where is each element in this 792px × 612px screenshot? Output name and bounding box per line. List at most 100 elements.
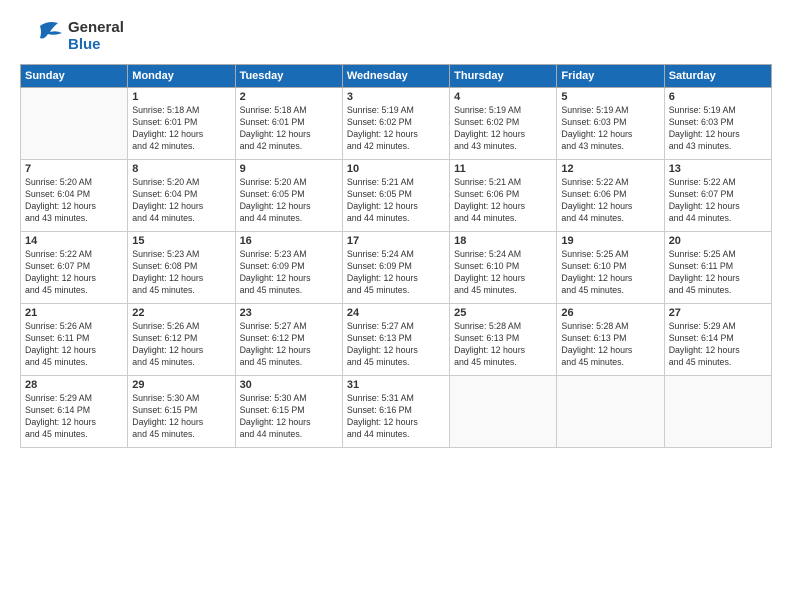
calendar-cell: 30 Sunrise: 5:30 AM Sunset: 6:15 PM Dayli… xyxy=(235,376,342,448)
calendar-cell: 17 Sunrise: 5:24 AM Sunset: 6:09 PM Dayli… xyxy=(342,232,449,304)
day-info: Sunrise: 5:31 AM Sunset: 6:16 PM Dayligh… xyxy=(347,393,445,441)
day-number: 28 xyxy=(25,379,123,391)
calendar-cell xyxy=(450,376,557,448)
calendar-cell: 26 Sunrise: 5:28 AM Sunset: 6:13 PM Dayli… xyxy=(557,304,664,376)
calendar-cell: 12 Sunrise: 5:22 AM Sunset: 6:06 PM Dayli… xyxy=(557,160,664,232)
day-number: 19 xyxy=(561,235,659,247)
day-info: Sunrise: 5:22 AM Sunset: 6:06 PM Dayligh… xyxy=(561,177,659,225)
day-number: 13 xyxy=(669,163,767,175)
day-info: Sunrise: 5:20 AM Sunset: 6:05 PM Dayligh… xyxy=(240,177,338,225)
day-number: 24 xyxy=(347,307,445,319)
day-info: Sunrise: 5:19 AM Sunset: 6:03 PM Dayligh… xyxy=(561,105,659,153)
calendar-cell: 22Sunrise: 5:26 AM Sunset: 6:12 PM Dayli… xyxy=(128,304,235,376)
day-info: Sunrise: 5:30 AM Sunset: 6:15 PM Dayligh… xyxy=(132,393,230,441)
calendar-week-5: 28 Sunrise: 5:29 AM Sunset: 6:14 PM Dayli… xyxy=(21,376,772,448)
calendar-cell: 27Sunrise: 5:29 AM Sunset: 6:14 PM Dayli… xyxy=(664,304,771,376)
day-info: Sunrise: 5:26 AM Sunset: 6:12 PM Dayligh… xyxy=(132,321,230,369)
calendar-cell: 23 Sunrise: 5:27 AM Sunset: 6:12 PM Dayli… xyxy=(235,304,342,376)
calendar-cell: 10 Sunrise: 5:21 AM Sunset: 6:05 PM Dayli… xyxy=(342,160,449,232)
logo: GeneralBlue xyxy=(20,18,124,54)
calendar-cell xyxy=(21,88,128,160)
day-info: Sunrise: 5:28 AM Sunset: 6:13 PM Dayligh… xyxy=(454,321,552,369)
day-info: Sunrise: 5:21 AM Sunset: 6:06 PM Dayligh… xyxy=(454,177,552,225)
calendar-cell: 3Sunrise: 5:19 AM Sunset: 6:02 PM Daylig… xyxy=(342,88,449,160)
day-number: 5 xyxy=(561,91,659,103)
logo-icon xyxy=(20,18,62,54)
calendar-cell: 11 Sunrise: 5:21 AM Sunset: 6:06 PM Dayli… xyxy=(450,160,557,232)
day-number: 11 xyxy=(454,163,552,175)
calendar-cell: 16Sunrise: 5:23 AM Sunset: 6:09 PM Dayli… xyxy=(235,232,342,304)
day-info: Sunrise: 5:26 AM Sunset: 6:11 PM Dayligh… xyxy=(25,321,123,369)
day-info: Sunrise: 5:21 AM Sunset: 6:05 PM Dayligh… xyxy=(347,177,445,225)
calendar-week-3: 14 Sunrise: 5:22 AM Sunset: 6:07 PM Dayli… xyxy=(21,232,772,304)
calendar-cell: 29 Sunrise: 5:30 AM Sunset: 6:15 PM Dayli… xyxy=(128,376,235,448)
day-number: 9 xyxy=(240,163,338,175)
calendar-cell: 18Sunrise: 5:24 AM Sunset: 6:10 PM Dayli… xyxy=(450,232,557,304)
calendar-cell xyxy=(664,376,771,448)
day-number: 8 xyxy=(132,163,230,175)
day-number: 7 xyxy=(25,163,123,175)
calendar-cell: 8 Sunrise: 5:20 AM Sunset: 6:04 PM Daylig… xyxy=(128,160,235,232)
day-header-thursday: Thursday xyxy=(450,65,557,88)
day-number: 21 xyxy=(25,307,123,319)
day-number: 17 xyxy=(347,235,445,247)
calendar-cell: 25 Sunrise: 5:28 AM Sunset: 6:13 PM Dayli… xyxy=(450,304,557,376)
day-info: Sunrise: 5:23 AM Sunset: 6:09 PM Dayligh… xyxy=(240,249,338,297)
day-info: Sunrise: 5:19 AM Sunset: 6:02 PM Dayligh… xyxy=(454,105,552,153)
day-info: Sunrise: 5:18 AM Sunset: 6:01 PM Dayligh… xyxy=(132,105,230,153)
day-number: 27 xyxy=(669,307,767,319)
day-header-tuesday: Tuesday xyxy=(235,65,342,88)
day-header-wednesday: Wednesday xyxy=(342,65,449,88)
day-info: Sunrise: 5:29 AM Sunset: 6:14 PM Dayligh… xyxy=(25,393,123,441)
day-number: 6 xyxy=(669,91,767,103)
calendar-cell: 6 Sunrise: 5:19 AM Sunset: 6:03 PM Daylig… xyxy=(664,88,771,160)
day-info: Sunrise: 5:24 AM Sunset: 6:09 PM Dayligh… xyxy=(347,249,445,297)
day-info: Sunrise: 5:20 AM Sunset: 6:04 PM Dayligh… xyxy=(25,177,123,225)
day-header-saturday: Saturday xyxy=(664,65,771,88)
day-info: Sunrise: 5:20 AM Sunset: 6:04 PM Dayligh… xyxy=(132,177,230,225)
day-number: 14 xyxy=(25,235,123,247)
calendar-week-1: 1 Sunrise: 5:18 AM Sunset: 6:01 PM Daylig… xyxy=(21,88,772,160)
calendar-cell: 19 Sunrise: 5:25 AM Sunset: 6:10 PM Dayli… xyxy=(557,232,664,304)
logo-line1: General xyxy=(68,19,124,36)
day-number: 1 xyxy=(132,91,230,103)
calendar-cell: 21 Sunrise: 5:26 AM Sunset: 6:11 PM Dayli… xyxy=(21,304,128,376)
day-number: 3 xyxy=(347,91,445,103)
calendar-cell: 7 Sunrise: 5:20 AM Sunset: 6:04 PM Daylig… xyxy=(21,160,128,232)
day-number: 18 xyxy=(454,235,552,247)
day-number: 20 xyxy=(669,235,767,247)
calendar-cell: 15 Sunrise: 5:23 AM Sunset: 6:08 PM Dayli… xyxy=(128,232,235,304)
day-info: Sunrise: 5:25 AM Sunset: 6:10 PM Dayligh… xyxy=(561,249,659,297)
day-info: Sunrise: 5:18 AM Sunset: 6:01 PM Dayligh… xyxy=(240,105,338,153)
calendar-cell: 31 Sunrise: 5:31 AM Sunset: 6:16 PM Dayli… xyxy=(342,376,449,448)
day-number: 25 xyxy=(454,307,552,319)
calendar-cell: 20 Sunrise: 5:25 AM Sunset: 6:11 PM Dayli… xyxy=(664,232,771,304)
day-info: Sunrise: 5:30 AM Sunset: 6:15 PM Dayligh… xyxy=(240,393,338,441)
day-number: 26 xyxy=(561,307,659,319)
day-info: Sunrise: 5:27 AM Sunset: 6:12 PM Dayligh… xyxy=(240,321,338,369)
day-number: 31 xyxy=(347,379,445,391)
calendar-cell: 28 Sunrise: 5:29 AM Sunset: 6:14 PM Dayli… xyxy=(21,376,128,448)
calendar-week-4: 21 Sunrise: 5:26 AM Sunset: 6:11 PM Dayli… xyxy=(21,304,772,376)
calendar-cell: 14 Sunrise: 5:22 AM Sunset: 6:07 PM Dayli… xyxy=(21,232,128,304)
calendar-cell: 9 Sunrise: 5:20 AM Sunset: 6:05 PM Daylig… xyxy=(235,160,342,232)
day-number: 29 xyxy=(132,379,230,391)
calendar-cell: 13Sunrise: 5:22 AM Sunset: 6:07 PM Dayli… xyxy=(664,160,771,232)
day-number: 30 xyxy=(240,379,338,391)
calendar-cell: 24Sunrise: 5:27 AM Sunset: 6:13 PM Dayli… xyxy=(342,304,449,376)
day-number: 10 xyxy=(347,163,445,175)
calendar-table: SundayMondayTuesdayWednesdayThursdayFrid… xyxy=(20,64,772,448)
day-info: Sunrise: 5:28 AM Sunset: 6:13 PM Dayligh… xyxy=(561,321,659,369)
day-number: 15 xyxy=(132,235,230,247)
day-info: Sunrise: 5:22 AM Sunset: 6:07 PM Dayligh… xyxy=(25,249,123,297)
day-info: Sunrise: 5:23 AM Sunset: 6:08 PM Dayligh… xyxy=(132,249,230,297)
day-number: 23 xyxy=(240,307,338,319)
day-number: 2 xyxy=(240,91,338,103)
calendar-cell xyxy=(557,376,664,448)
day-info: Sunrise: 5:19 AM Sunset: 6:03 PM Dayligh… xyxy=(669,105,767,153)
calendar-cell: 1 Sunrise: 5:18 AM Sunset: 6:01 PM Daylig… xyxy=(128,88,235,160)
day-number: 4 xyxy=(454,91,552,103)
day-info: Sunrise: 5:25 AM Sunset: 6:11 PM Dayligh… xyxy=(669,249,767,297)
day-number: 12 xyxy=(561,163,659,175)
calendar-cell: 4 Sunrise: 5:19 AM Sunset: 6:02 PM Daylig… xyxy=(450,88,557,160)
